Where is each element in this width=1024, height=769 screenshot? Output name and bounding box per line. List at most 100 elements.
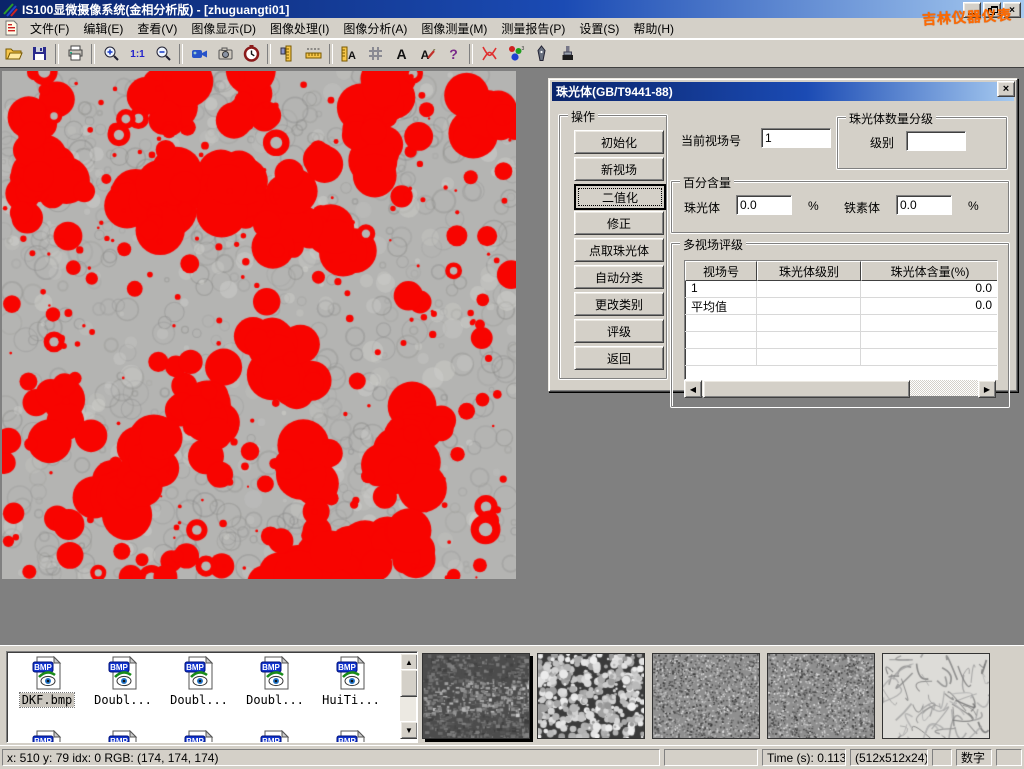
bmp-file-icon: BMP xyxy=(106,679,140,693)
op-button-3[interactable]: 二值化 xyxy=(574,184,666,210)
bmp-file-icon: BMP xyxy=(258,679,292,693)
dialog-close-icon[interactable]: × xyxy=(997,81,1015,97)
table-cell xyxy=(757,349,861,365)
svg-text:BMP: BMP xyxy=(34,663,52,672)
status-coordinates: x: 510 y: 79 idx: 0 RGB: (174, 174, 174) xyxy=(2,749,660,766)
measure-text-icon[interactable]: A xyxy=(336,42,362,66)
caliper-vertical-icon[interactable] xyxy=(274,42,300,66)
table-column-header[interactable]: 视场号 xyxy=(685,261,757,281)
svg-text:BMP: BMP xyxy=(110,663,128,672)
file-item[interactable]: BMPHuiTi... xyxy=(315,656,387,707)
dialog-title: 珠光体(GB/T9441-88) xyxy=(556,83,673,100)
file-item[interactable]: BMP DKF.bmp xyxy=(11,656,83,707)
menu-item-10[interactable]: 帮助(H) xyxy=(626,20,681,38)
dialog-title-bar[interactable]: 珠光体(GB/T9441-88) xyxy=(552,82,1014,101)
svg-text:A: A xyxy=(348,50,356,62)
op-button-8[interactable]: 评级 xyxy=(574,319,664,343)
table-cell xyxy=(861,332,998,348)
current-field-input[interactable] xyxy=(761,128,831,148)
menu-item-5[interactable]: 图像处理(I) xyxy=(263,20,336,38)
document-icon[interactable] xyxy=(3,20,19,36)
file-item-partial[interactable]: BMP xyxy=(87,730,159,743)
status-time: Time (s): 0.113 xyxy=(762,749,846,766)
file-item[interactable]: BMPDoubl... xyxy=(87,656,159,707)
table-row[interactable]: 平均值0.0 xyxy=(685,298,997,315)
file-item[interactable]: BMPDoubl... xyxy=(163,656,235,707)
current-field-label: 当前视场号 xyxy=(681,132,741,149)
print-icon[interactable] xyxy=(62,42,88,66)
table-column-header[interactable]: 珠光体含量(%) xyxy=(861,261,998,281)
menu-item-1[interactable]: 文件(F) xyxy=(23,20,76,38)
pen-tool-icon[interactable] xyxy=(528,42,554,66)
thumbnail-image[interactable] xyxy=(652,653,760,739)
vscroll-thumb[interactable] xyxy=(400,669,418,697)
svg-text:BMP: BMP xyxy=(338,663,356,672)
zoom-in-icon[interactable] xyxy=(98,42,124,66)
op-button-6[interactable]: 自动分类 xyxy=(574,265,664,289)
status-mode: 数字 xyxy=(956,749,992,766)
op-button-2[interactable]: 新视场 xyxy=(574,157,664,181)
timer-clock-icon[interactable] xyxy=(238,42,264,66)
thumbnail-image[interactable] xyxy=(537,653,645,739)
filelist-vscrollbar[interactable]: ▲ ▼ xyxy=(400,653,416,739)
classify-balls-icon[interactable]: 3 xyxy=(502,42,528,66)
op-button-7[interactable]: 更改类别 xyxy=(574,292,664,316)
table-row[interactable] xyxy=(685,332,997,349)
metallograph-image[interactable] xyxy=(2,71,516,579)
table-column-header[interactable]: 珠光体级别 xyxy=(757,261,861,281)
file-item-partial[interactable]: BMP xyxy=(163,730,235,743)
menu-item-4[interactable]: 图像显示(D) xyxy=(184,20,263,38)
op-button-5[interactable]: 点取珠光体 xyxy=(574,238,664,262)
help-icon[interactable]: ? xyxy=(440,42,466,66)
ferrite-input[interactable] xyxy=(896,195,952,215)
scroll-left-icon[interactable]: ◀ xyxy=(684,380,702,398)
curve-tool-icon[interactable] xyxy=(476,42,502,66)
menu-item-8[interactable]: 测量报告(P) xyxy=(494,20,572,38)
table-row[interactable] xyxy=(685,315,997,332)
brush-tool-icon[interactable] xyxy=(554,42,580,66)
file-item-partial[interactable]: BMP xyxy=(11,730,83,743)
pearlite-input[interactable] xyxy=(736,195,792,215)
pearlite-dialog: 珠光体(GB/T9441-88) × 操作 初始化新视场二值化修正点取珠光体自动… xyxy=(548,78,1018,392)
text-edit-icon[interactable]: A xyxy=(414,42,440,66)
table-hscrollbar[interactable]: ◀ ▶ xyxy=(684,380,996,396)
ruler-horizontal-icon[interactable] xyxy=(300,42,326,66)
multifield-table[interactable]: 视场号珠光体级别珠光体含量(%)铁素体含量(%)10.0平均值0.0 xyxy=(684,260,998,380)
text-a-icon[interactable]: A xyxy=(388,42,414,66)
status-empty-3 xyxy=(996,749,1022,766)
thumbnail-image[interactable] xyxy=(882,653,990,739)
menu-item-2[interactable]: 编辑(E) xyxy=(76,20,130,38)
video-camera-icon[interactable] xyxy=(186,42,212,66)
op-button-4[interactable]: 修正 xyxy=(574,211,664,235)
zoom-out-icon[interactable] xyxy=(150,42,176,66)
file-item[interactable]: BMPDoubl... xyxy=(239,656,311,707)
svg-text:BMP: BMP xyxy=(110,737,128,743)
table-row[interactable] xyxy=(685,349,997,366)
menu-item-9[interactable]: 设置(S) xyxy=(572,20,626,38)
hscroll-thumb[interactable] xyxy=(703,380,910,398)
save-file-icon[interactable] xyxy=(26,42,52,66)
op-button-1[interactable]: 初始化 xyxy=(574,130,664,154)
scroll-down-icon[interactable]: ▼ xyxy=(400,721,418,739)
menu-item-3[interactable]: 查看(V) xyxy=(130,20,184,38)
menu-item-7[interactable]: 图像测量(M) xyxy=(414,20,494,38)
grid-cross-icon[interactable] xyxy=(362,42,388,66)
table-cell xyxy=(685,349,757,365)
menu-item-6[interactable]: 图像分析(A) xyxy=(336,20,414,38)
thumbnail-image[interactable] xyxy=(767,653,875,739)
file-item-partial[interactable]: BMP xyxy=(239,730,311,743)
thumbnail-image[interactable] xyxy=(422,653,530,739)
file-list[interactable]: ▲ ▼ BMPDKF.bmpBMPDoubl...BMPDoubl...BMPD… xyxy=(6,651,418,743)
photo-camera-icon[interactable] xyxy=(212,42,238,66)
level-input[interactable] xyxy=(906,131,966,151)
open-file-icon[interactable] xyxy=(0,42,26,66)
one-to-one-icon[interactable]: 1:1 xyxy=(124,42,150,66)
file-item-partial[interactable]: BMP xyxy=(315,730,387,743)
op-button-9[interactable]: 返回 xyxy=(574,346,664,370)
table-cell: 0.0 xyxy=(861,298,998,314)
scroll-right-icon[interactable]: ▶ xyxy=(978,380,996,398)
file-name: DKF.bmp xyxy=(20,693,75,707)
status-empty-2 xyxy=(932,749,952,766)
table-row[interactable]: 10.0 xyxy=(685,281,997,298)
status-image-size: (512x512x24) xyxy=(850,749,928,766)
